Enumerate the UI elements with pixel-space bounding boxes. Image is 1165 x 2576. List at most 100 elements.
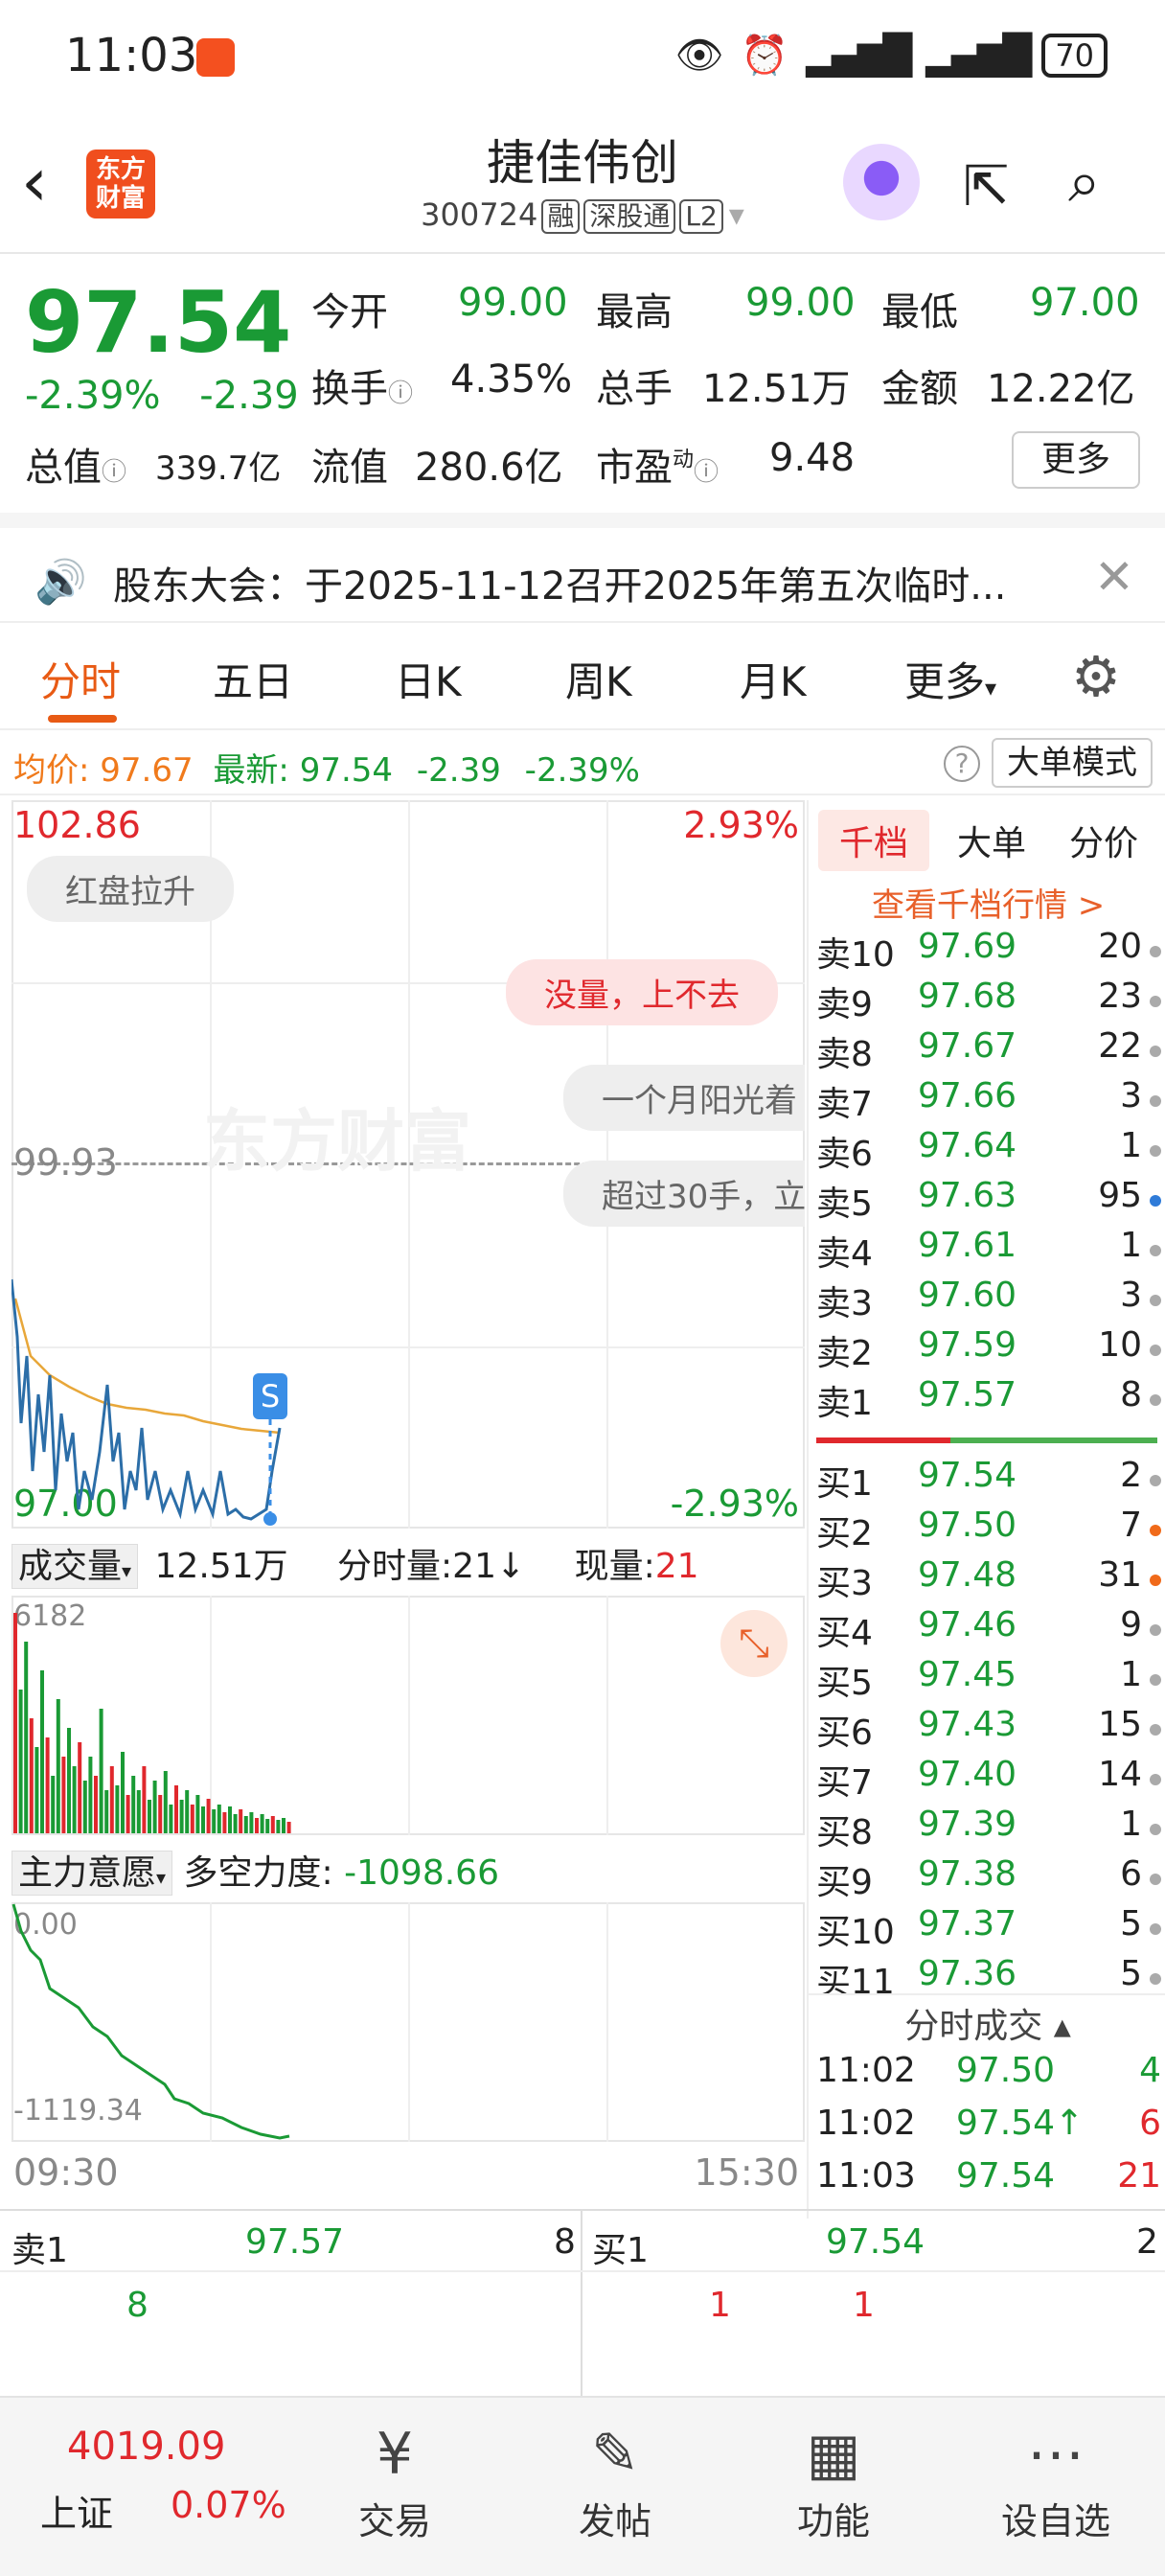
volume-bar [104, 1790, 109, 1833]
now-volume-value: 21 [654, 1547, 699, 1586]
caret-down-icon[interactable]: ▾ [729, 196, 744, 233]
tab-more[interactable]: 更多▾ [904, 650, 996, 708]
volume-total: 12.51万 [154, 1547, 288, 1586]
gear-icon[interactable]: ⚙ [1071, 644, 1121, 709]
bid-row[interactable]: 买7 97.40 14 [816, 1755, 1161, 1805]
bottom-nav: 4019.09 上证 0.07% ¥ 交易 ✎ 发帖 ▦ 功能 ⋯ 设自选 [0, 2396, 1165, 2576]
bid-queue-item: 1 [709, 2286, 731, 2325]
status-dot-icon [1150, 1575, 1161, 1586]
stock-header: 捷佳伟创 300724 融深股通 L2 ▾ ‹ 东方 财富 ⇱ ⌕ [0, 115, 1165, 254]
change-percent: -2.39% [25, 374, 161, 418]
ask1-price: 97.57 [245, 2222, 345, 2262]
trade-row: 11:03 97.54 21 [816, 2156, 1161, 2206]
nav-trade[interactable]: ¥ 交易 [328, 2417, 462, 2544]
open-value: 99.00 [458, 281, 568, 325]
volume-bar [206, 1799, 211, 1833]
bid-row[interactable]: 买2 97.50 7 [816, 1506, 1161, 1555]
share-icon[interactable]: ⇱ [963, 153, 1010, 218]
volume-bar [249, 1812, 254, 1833]
big-order-mode-button[interactable]: 大单模式 [992, 738, 1153, 788]
trade-volume: 4 [1139, 2051, 1161, 2090]
volume-bar [82, 1781, 87, 1833]
volume-bar [286, 1822, 291, 1833]
index-value[interactable]: 4019.09 [67, 2425, 225, 2469]
turnover-label: 换手ⓘ [311, 367, 414, 411]
intraday-chart[interactable]: 东方财富 102.86 2.93% 99.93 97.00 -2.93% 红盘拉… [11, 800, 807, 2219]
pe-value: 9.48 [769, 436, 856, 480]
signal-icon: ▂▄▆█ [806, 33, 912, 78]
bid-label: 买5 [816, 1664, 873, 1703]
signal-point [263, 1512, 277, 1526]
avg-price-line [13, 1298, 281, 1435]
stock-code: 300724 [421, 196, 538, 233]
bid-row[interactable]: 买4 97.46 9 [816, 1605, 1161, 1655]
price-line-chart [11, 1278, 282, 1526]
nav-post[interactable]: ✎ 发帖 [548, 2417, 682, 2544]
volume-bar [239, 1809, 243, 1833]
volume-bar [217, 1805, 221, 1833]
index-change[interactable]: 0.07% [171, 2484, 286, 2526]
volume-bar [163, 1771, 168, 1833]
avg-value: 97.67 [100, 751, 194, 790]
volume-bar [99, 1709, 103, 1833]
open-label: 今开 [311, 290, 388, 334]
bid-row[interactable]: 买10 97.37 5 [816, 1904, 1161, 1954]
bid-row[interactable]: 买8 97.39 1 [816, 1805, 1161, 1854]
bid-row[interactable]: 买3 97.48 31 [816, 1555, 1161, 1605]
bid-price: 97.36 [918, 1954, 1017, 1993]
volume-bar [260, 1814, 264, 1833]
nav-functions[interactable]: ▦ 功能 [766, 2417, 901, 2544]
volume-bar [142, 1766, 147, 1833]
bid-price: 97.40 [918, 1755, 1017, 1794]
tick-volume: 分时量:21↓ [337, 1547, 526, 1586]
indicator-line-chart [11, 1903, 290, 2140]
tab-daily-k[interactable]: 日K [395, 650, 462, 708]
bid-volume: 14 [1098, 1755, 1142, 1794]
status-dot-icon [1150, 1923, 1161, 1935]
alarm-icon: ⏰ [741, 34, 789, 78]
volume-value: 12.51万 [702, 367, 851, 411]
last-value: 97.54 [299, 751, 394, 790]
more-dots-icon: ⋯ [1027, 2421, 1085, 2488]
volume-bar [61, 1757, 66, 1833]
close-icon[interactable]: ✕ [1094, 549, 1134, 605]
grid-icon: ▦ [806, 2421, 861, 2488]
clock: 11:03 [65, 29, 198, 82]
bid-price: 97.46 [918, 1605, 1017, 1644]
volume-bar [40, 1670, 44, 1833]
now-volume-label: 现量: [574, 1547, 655, 1586]
amount-label: 金额 [881, 367, 958, 411]
search-icon[interactable]: ⌕ [1068, 149, 1101, 216]
tab-intraday[interactable]: 分时 [40, 650, 121, 708]
bid-row[interactable]: 买9 97.38 6 [816, 1854, 1161, 1904]
bid-row[interactable]: 买6 97.43 15 [816, 1705, 1161, 1755]
volume-indicator-select[interactable]: 成交量▾ [11, 1544, 139, 1589]
indicator-select[interactable]: 主力意愿▾ [11, 1851, 173, 1896]
volume-bar [195, 1795, 200, 1833]
back-arrow-icon[interactable]: ‹ [21, 149, 48, 216]
price-line [11, 1278, 282, 1521]
volume-bar [201, 1806, 205, 1833]
volume-bar [243, 1816, 248, 1833]
bid-row[interactable]: 买11 97.36 5 [816, 1954, 1161, 1993]
bid-row[interactable]: 买5 97.45 1 [816, 1655, 1161, 1705]
bid-label: 买1 [816, 1464, 873, 1504]
volume-bar [121, 1752, 125, 1833]
notice-text[interactable]: 股东大会：于2025-11-12召开2025年第五次临时... [113, 555, 1006, 610]
bid-price: 97.37 [918, 1904, 1017, 1944]
help-icon[interactable]: ? [944, 746, 980, 782]
more-button[interactable]: 更多 [1012, 431, 1140, 489]
nav-add-watchlist[interactable]: ⋯ 设自选 [989, 2417, 1123, 2544]
index-name[interactable]: 上证 [40, 2484, 113, 2537]
avg-label: 均价: [13, 751, 90, 790]
trades-title[interactable]: 分时成交 ▴ [809, 1998, 1165, 2048]
tab-weekly-k[interactable]: 周K [565, 650, 632, 708]
bid-row[interactable]: 买1 97.54 2 [816, 1456, 1161, 1506]
low-label: 最低 [881, 290, 958, 334]
sell-signal-icon[interactable]: S [253, 1373, 287, 1419]
notice-bar[interactable]: 🔊 股东大会：于2025-11-12召开2025年第五次临时... ✕ [0, 513, 1165, 623]
volume-bar [24, 1642, 29, 1833]
tab-monthly-k[interactable]: 月K [740, 650, 807, 708]
ai-assistant-icon[interactable] [843, 144, 920, 220]
tab-five-day[interactable]: 五日 [213, 650, 293, 708]
